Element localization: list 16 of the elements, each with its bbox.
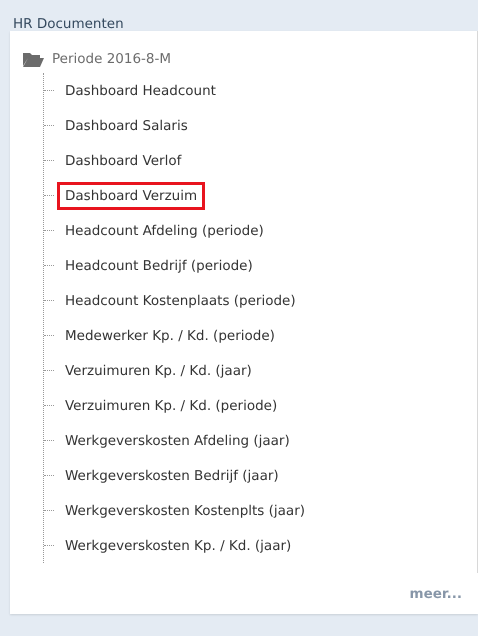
document-link[interactable]: Werkgeverskosten Kp. / Kd. (jaar) [57,532,300,560]
document-link[interactable]: Headcount Kostenplaats (periode) [57,286,304,314]
document-link[interactable]: Dashboard Salaris [57,112,196,140]
document-link[interactable]: Headcount Afdeling (periode) [57,216,272,244]
document-link[interactable]: Headcount Bedrijf (periode) [57,252,261,280]
document-link[interactable]: Werkgeverskosten Bedrijf (jaar) [57,462,287,490]
document-link[interactable]: Werkgeverskosten Kostenplts (jaar) [57,496,314,524]
document-link[interactable]: Werkgeverskosten Afdeling (jaar) [57,426,298,454]
document-link[interactable]: Dashboard Verlof [57,146,190,174]
panel-title: HR Documenten [12,15,125,31]
folder-label[interactable]: Periode 2016-8-M [52,51,172,67]
document-link[interactable]: Dashboard Verzuim [57,182,206,210]
document-link[interactable]: Medewerker Kp. / Kd. (periode) [57,322,283,350]
document-link[interactable]: Dashboard Headcount [57,76,224,104]
document-link[interactable]: Verzuimuren Kp. / Kd. (periode) [57,392,286,420]
document-link[interactable]: Verzuimuren Kp. / Kd. (jaar) [57,356,260,384]
